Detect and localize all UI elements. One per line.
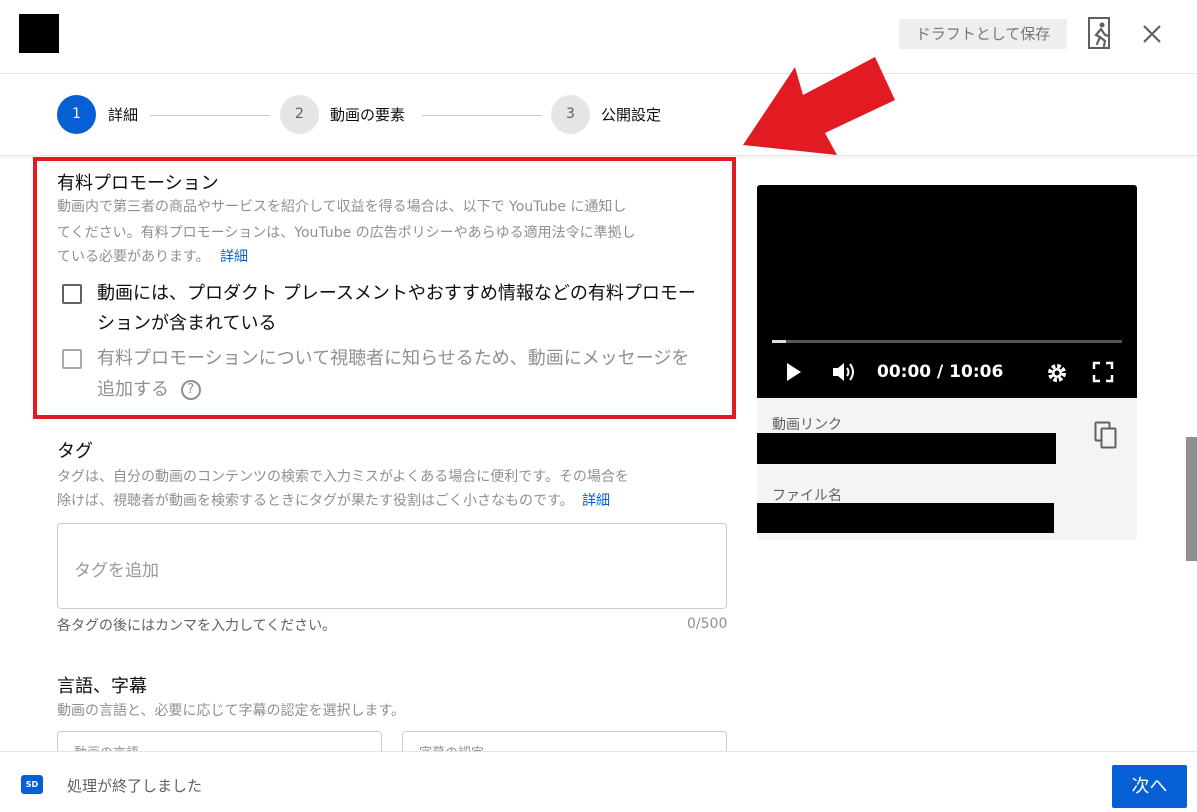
step-2-label[interactable]: 動画の要素 <box>330 104 405 125</box>
tags-counter: 0/500 <box>687 616 728 632</box>
video-link-label: 動画リンク <box>772 417 842 433</box>
language-title: 言語、字幕 <box>57 676 147 697</box>
sd-quality-badge: SD <box>21 775 43 794</box>
close-icon[interactable] <box>1140 22 1164 46</box>
gear-icon[interactable] <box>1045 361 1069 385</box>
step-3-circle[interactable]: 3 <box>551 95 590 134</box>
header: ドラフトとして保存 <box>0 0 1197 74</box>
footer: SD 処理が終了しました 次へ <box>0 751 1197 812</box>
step-connector <box>150 115 270 116</box>
paid-promotion-desc-3: ている必要があります。 詳細 <box>57 246 248 269</box>
tags-desc-1: タグは、自分の動画のコンテンツの検索で入力ミスがよくある場合に便利です。その場合… <box>57 469 629 485</box>
paid-promotion-desc-1: 動画内で第三者の商品やサービスを紹介して収益を得る場合は、以下で YouTube… <box>57 199 627 215</box>
copy-icon[interactable] <box>1094 421 1118 449</box>
language-desc: 動画の言語と、必要に応じて字幕の認定を選択します。 <box>57 703 406 719</box>
paid-promotion-checkbox-label-2[interactable]: ションが含まれている <box>97 308 276 339</box>
tags-desc-text: 除けば、視聴者が動画を検索するときにタグが果たす役割はごく小さなものです。 <box>57 493 574 509</box>
processing-status: 処理が終了しました <box>67 777 203 795</box>
tags-input-placeholder: タグを追加 <box>74 561 159 581</box>
tags-desc-2: 除けば、視聴者が動画を検索するときにタグが果たす役割はごく小さなものです。 詳細 <box>57 490 610 513</box>
tags-title: タグ <box>57 441 93 462</box>
paid-promotion-checkbox[interactable] <box>62 284 82 304</box>
video-progress-fill <box>772 340 786 343</box>
step-2-circle[interactable]: 2 <box>280 95 319 134</box>
exit-icon[interactable] <box>1087 17 1115 49</box>
add-message-checkbox[interactable] <box>62 349 82 369</box>
stepper: 1 詳細 2 動画の要素 3 公開設定 <box>0 74 1197 156</box>
help-icon[interactable]: ? <box>180 380 201 400</box>
next-button[interactable]: 次へ <box>1112 765 1187 808</box>
video-link-redacted[interactable] <box>757 433 1056 464</box>
save-draft-button[interactable]: ドラフトとして保存 <box>899 19 1067 49</box>
video-player[interactable]: 00:00 / 10:06 <box>757 185 1137 398</box>
paid-promotion-checkbox-label-1[interactable]: 動画には、プロダクト プレースメントやおすすめ情報などの有料プロモー <box>97 278 696 309</box>
play-icon[interactable] <box>785 361 803 383</box>
tags-input[interactable]: タグを追加 <box>57 523 727 609</box>
add-message-checkbox-label-2: 追加する ? <box>97 374 201 405</box>
scrollbar-thumb[interactable] <box>1186 437 1197 561</box>
tags-learn-more-link[interactable]: 詳細 <box>582 493 610 509</box>
annotation-arrow <box>743 57 895 155</box>
channel-logo-redacted <box>19 14 59 53</box>
paid-promotion-desc-2: てください。有料プロモーションは、YouTube の広告ポリシーやあらゆる適用法… <box>57 225 636 241</box>
step-1-label[interactable]: 詳細 <box>108 104 138 125</box>
paid-promotion-desc-text: ている必要があります。 <box>57 249 210 265</box>
step-1-circle[interactable]: 1 <box>57 95 96 134</box>
video-time: 00:00 / 10:06 <box>877 362 1004 382</box>
paid-promotion-learn-more-link[interactable]: 詳細 <box>220 249 248 265</box>
add-message-checkbox-label-1: 有料プロモーションについて視聴者に知らせるため、動画にメッセージを <box>97 348 690 369</box>
step-3-label[interactable]: 公開設定 <box>601 104 661 125</box>
file-name-redacted <box>757 503 1054 533</box>
video-preview-panel: 00:00 / 10:06 動画リンク ファイル名 <box>757 185 1137 540</box>
add-message-label-text: 追加する <box>97 379 169 400</box>
volume-icon[interactable] <box>832 361 858 383</box>
video-progress-bar[interactable] <box>772 340 1122 343</box>
file-name-label: ファイル名 <box>772 488 842 504</box>
fullscreen-icon[interactable] <box>1092 361 1114 383</box>
step-connector <box>422 115 542 116</box>
tags-hint: 各タグの後にはカンマを入力してください。 <box>57 618 337 634</box>
paid-promotion-title: 有料プロモーション <box>57 173 219 194</box>
